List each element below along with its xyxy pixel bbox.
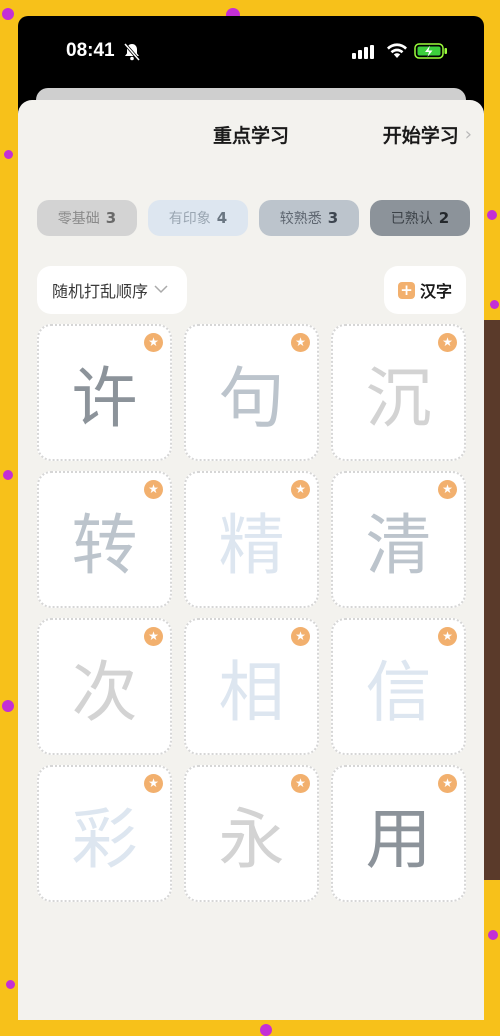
background-dot [490,300,499,309]
background-dot [2,8,14,20]
character-card[interactable]: ★ 句 [184,324,319,461]
hanzi-label: 汉字 [419,282,452,301]
level-filter-button[interactable]: 已熟认 2 [370,200,470,236]
start-study-button[interactable]: 开始学习 › [383,121,472,148]
character: 转 [71,506,138,584]
background-dot [4,150,13,159]
study-sheet: 重点学习 开始学习 › 零基础 3 有印象 4 较熟悉 3 已熟认 2 随机打乱… [18,100,484,1020]
background-dot [260,1024,272,1036]
character-card[interactable]: ★ 永 [184,765,319,902]
level-filter-button[interactable]: 零基础 3 [37,200,137,236]
order-label: 随机打乱顺序 [52,282,149,301]
character-card[interactable]: ★ 次 [37,618,172,755]
star-icon[interactable]: ★ [144,333,163,352]
star-icon[interactable]: ★ [291,480,310,499]
character: 句 [218,359,285,437]
status-bar: 08:41 [18,16,484,88]
page-title: 重点学习 [212,125,289,147]
character: 相 [218,653,285,731]
character: 精 [218,506,285,584]
background-photo-edge [484,320,500,880]
character: 沉 [365,359,432,437]
character-card[interactable]: ★ 信 [331,618,466,755]
star-icon[interactable]: ★ [438,627,457,646]
chevron-down-icon [154,283,168,298]
character-card[interactable]: ★ 清 [331,471,466,608]
level-label: 较熟悉 [279,211,322,227]
star-icon[interactable]: ★ [144,480,163,499]
character-card[interactable]: ★ 用 [331,765,466,902]
star-icon[interactable]: ★ [291,627,310,646]
level-label: 已熟认 [390,211,433,227]
star-icon[interactable]: ★ [291,774,310,793]
character-card[interactable]: ★ 沉 [331,324,466,461]
character-grid: ★ 许 ★ 句 ★ 沉 ★ 转 ★ 精 ★ 清 ★ 次 ★ 相 ★ 信 ★ 彩 … [37,324,466,902]
background-dot [488,930,498,940]
background-dot [487,210,497,220]
level-count: 3 [105,209,117,227]
level-count: 4 [216,209,228,227]
bell-off-icon [123,43,141,65]
level-count: 2 [438,209,450,227]
character: 清 [365,506,432,584]
character-card[interactable]: ★ 许 [37,324,172,461]
level-label: 有印象 [168,211,211,227]
character-card[interactable]: ★ 彩 [37,765,172,902]
character: 永 [218,800,285,878]
star-icon[interactable]: ★ [438,333,457,352]
character: 用 [365,800,432,878]
character: 次 [71,653,138,731]
cellular-signal-icon [352,44,376,63]
star-icon[interactable]: ★ [291,333,310,352]
phone-screen: 08:41 重点学习 开始学习 › 零基础 3 有印象 4 较熟悉 3 已熟认 … [18,16,484,1020]
start-study-label: 开始学习 [382,125,459,147]
character: 信 [365,653,432,731]
status-time: 08:41 [66,40,115,61]
plus-icon: + [397,281,415,299]
wifi-icon [386,42,408,63]
background-dot [2,700,14,712]
level-filter-button[interactable]: 有印象 4 [148,200,248,236]
familiarity-filter: 零基础 3 有印象 4 较熟悉 3 已熟认 2 [37,200,470,236]
star-icon[interactable]: ★ [438,480,457,499]
character-card[interactable]: ★ 转 [37,471,172,608]
star-icon[interactable]: ★ [144,774,163,793]
shuffle-order-dropdown[interactable]: 随机打乱顺序 [37,266,187,314]
star-icon[interactable]: ★ [144,627,163,646]
background-dot [3,470,13,480]
add-hanzi-button[interactable]: + 汉字 [384,266,466,314]
battery-charging-icon [414,43,448,63]
chevron-right-icon: › [464,124,472,145]
level-label: 零基础 [57,211,100,227]
star-icon[interactable]: ★ [438,774,457,793]
background-dot [6,980,15,989]
character: 彩 [71,800,138,878]
character: 许 [71,359,138,437]
character-card[interactable]: ★ 相 [184,618,319,755]
level-filter-button[interactable]: 较熟悉 3 [259,200,359,236]
character-card[interactable]: ★ 精 [184,471,319,608]
level-count: 3 [327,209,339,227]
